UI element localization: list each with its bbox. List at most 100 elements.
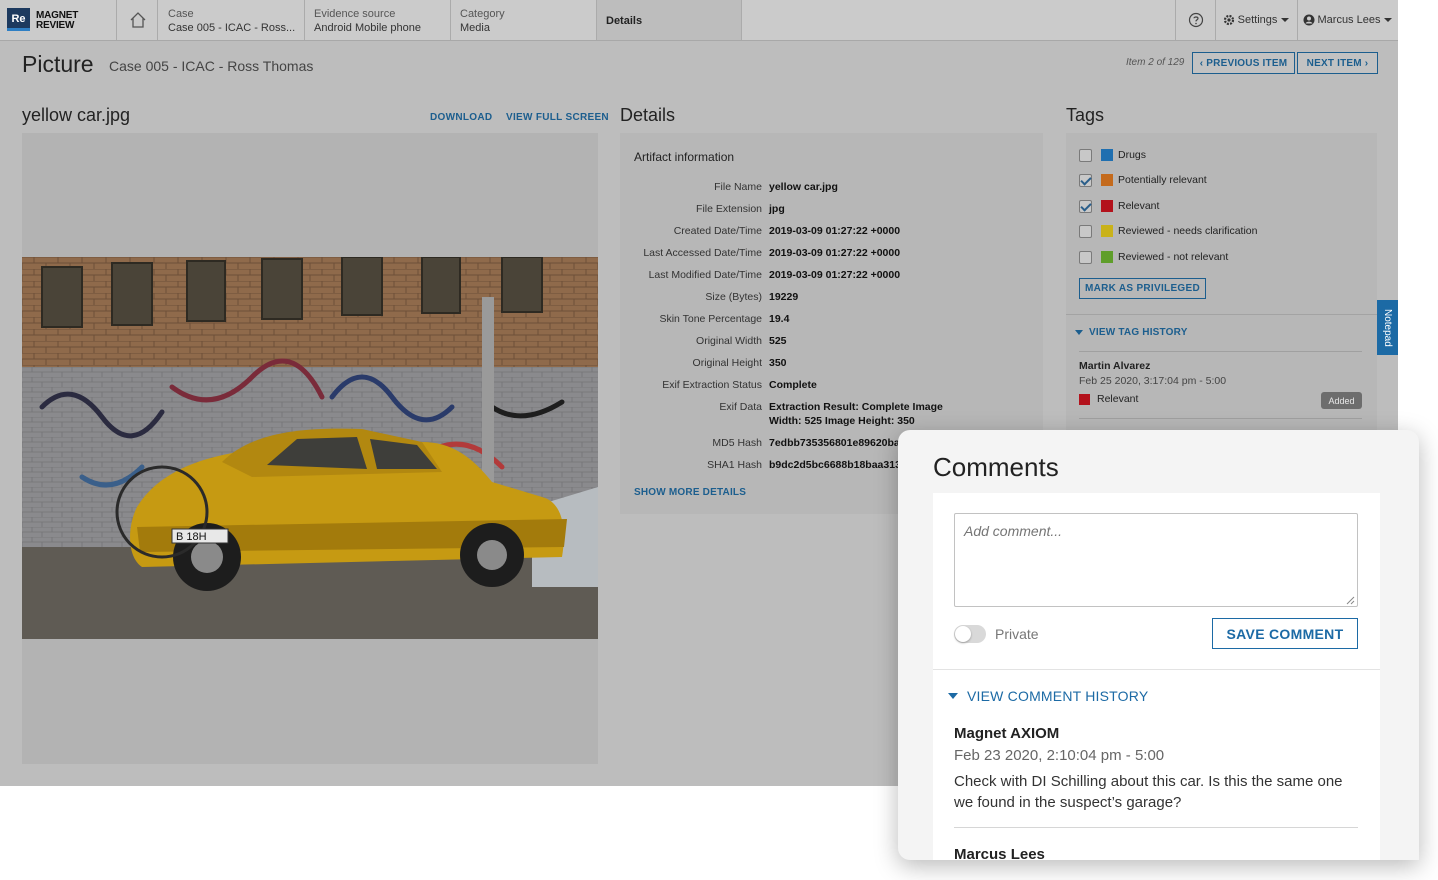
breadcrumb-value: Case 005 - ICAC - Ross...: [168, 22, 296, 34]
detail-label: MD5 Hash: [712, 437, 762, 449]
detail-value: 7edbb735356801e89620ba: [769, 437, 900, 449]
show-more-details-button[interactable]: SHOW MORE DETAILS: [634, 487, 746, 498]
detail-label: File Extension: [696, 203, 762, 215]
previous-item-label: PREVIOUS ITEM: [1206, 57, 1288, 69]
detail-value: 19.4: [769, 313, 790, 325]
detail-label: Last Accessed Date/Time: [643, 247, 762, 259]
detail-value: 2019-03-09 01:27:22 +0000: [769, 225, 901, 237]
detail-label: Last Modified Date/Time: [648, 269, 762, 281]
divider: [933, 669, 1380, 670]
tag-checkbox[interactable]: [1079, 224, 1092, 238]
breadcrumb-evidence-source[interactable]: Evidence source Android Mobile phone: [305, 0, 451, 40]
divider: [1079, 351, 1362, 352]
divider: [1066, 314, 1377, 315]
home-button[interactable]: [118, 0, 158, 40]
tag-action-badge: Added: [1321, 392, 1362, 409]
tag-label: Potentially relevant: [1118, 174, 1207, 186]
comment-text: Check with DI Schilling about this car. …: [954, 773, 1343, 811]
home-icon: [130, 12, 146, 28]
logo-mark: Re: [7, 8, 30, 31]
gear-icon: [1223, 14, 1234, 26]
detail-label: Original Width: [696, 335, 762, 347]
detail-value: b9dc2d5bc6688b18baa313: [769, 459, 901, 471]
detail-label: Size (Bytes): [705, 291, 762, 303]
settings-menu[interactable]: Settings: [1215, 0, 1297, 40]
yellow-car-photo: B 18H: [22, 257, 598, 639]
caret-down-icon: [1384, 18, 1393, 22]
private-label: Private: [995, 626, 1039, 642]
details-section-title: Details: [620, 105, 676, 125]
tag-option-potentially-relevant[interactable]: Potentially relevant: [1079, 173, 1207, 187]
tag-history-tag-label: Relevant: [1097, 393, 1139, 405]
detail-label: SHA1 Hash: [707, 459, 762, 471]
tag-color-swatch: [1101, 225, 1113, 237]
view-comment-history-label: VIEW COMMENT HISTORY: [967, 688, 1149, 704]
detail-label: Original Height: [692, 357, 762, 369]
view-full-screen-button[interactable]: VIEW FULL SCREEN: [506, 112, 609, 123]
tag-option-relevant[interactable]: Relevant: [1079, 199, 1159, 213]
download-button[interactable]: DOWNLOAD: [430, 112, 492, 123]
comment-author: Magnet AXIOM: [954, 725, 1060, 742]
breadcrumb-value: Details: [606, 15, 643, 27]
view-tag-history-toggle[interactable]: VIEW TAG HISTORY: [1075, 327, 1188, 338]
breadcrumb-case[interactable]: Case Case 005 - ICAC - Ross...: [159, 0, 305, 40]
tag-color-swatch: [1079, 393, 1090, 405]
breadcrumb-key: Evidence source: [314, 8, 396, 20]
breadcrumb-value: Android Mobile phone: [314, 22, 422, 34]
tag-color-swatch: [1101, 251, 1113, 263]
next-item-button[interactable]: NEXT ITEM ›: [1297, 52, 1378, 74]
tag-checkbox[interactable]: [1079, 148, 1092, 162]
detail-label: Exif Data: [719, 401, 762, 413]
tag-checkbox[interactable]: [1079, 173, 1092, 187]
mark-as-privileged-button[interactable]: MARK AS PRIVILEGED: [1079, 278, 1206, 299]
triangle-down-icon: [948, 693, 958, 699]
help-icon: [1188, 12, 1203, 28]
tag-label: Reviewed - not relevant: [1118, 251, 1229, 263]
breadcrumb-details[interactable]: Details: [597, 0, 742, 40]
private-toggle[interactable]: [954, 625, 986, 643]
view-tag-history-label: VIEW TAG HISTORY: [1089, 327, 1188, 338]
tag-option-drugs[interactable]: Drugs: [1079, 148, 1146, 162]
previous-item-button[interactable]: ‹ PREVIOUS ITEM: [1192, 52, 1295, 74]
notepad-tab[interactable]: Notepad: [1377, 300, 1398, 355]
detail-label: File Name: [714, 181, 762, 193]
save-comment-button[interactable]: SAVE COMMENT: [1212, 618, 1358, 649]
comments-title: Comments: [933, 452, 1059, 482]
tag-option-not-relevant[interactable]: Reviewed - not relevant: [1079, 250, 1228, 264]
detail-value: 2019-03-09 01:27:22 +0000: [769, 269, 901, 281]
page-title: Picture: [22, 51, 94, 77]
triangle-down-icon: [1075, 330, 1083, 335]
detail-value: 525: [769, 335, 787, 347]
resize-handle-icon: [1346, 596, 1355, 605]
settings-label: Settings: [1237, 14, 1278, 26]
tag-checkbox[interactable]: [1079, 199, 1092, 213]
add-comment-input[interactable]: [954, 513, 1358, 607]
tags-card: Drugs Potentially relevant Relevant Revi…: [1066, 133, 1377, 433]
comments-body: Private SAVE COMMENT VIEW COMMENT HISTOR…: [933, 493, 1380, 860]
breadcrumb-key: Category: [460, 8, 505, 20]
chevron-right-icon: ›: [1364, 57, 1369, 69]
detail-value: jpg: [769, 203, 785, 215]
item-counter: Item 2 of 129: [1126, 57, 1185, 68]
detail-value: yellow car.jpg: [769, 181, 838, 193]
tag-label: Reviewed - needs clarification: [1118, 225, 1258, 237]
help-button[interactable]: [1175, 0, 1215, 40]
tag-checkbox[interactable]: [1079, 250, 1092, 264]
comment-date: Feb 23 2020, 2:10:04 pm - 5:00: [954, 747, 1165, 764]
tag-option-needs-clarification[interactable]: Reviewed - needs clarification: [1079, 224, 1257, 238]
app-logo[interactable]: Re MAGNET REVIEW: [0, 0, 117, 40]
detail-label: Created Date/Time: [673, 225, 762, 237]
detail-value: 350: [769, 357, 787, 369]
top-nav-bar: Re MAGNET REVIEW Case Case 005 - ICAC - …: [0, 0, 1398, 41]
image-viewer: B 18H: [22, 133, 598, 764]
user-menu[interactable]: Marcus Lees: [1297, 0, 1398, 40]
photo-preview[interactable]: B 18H: [22, 257, 598, 639]
breadcrumb-category[interactable]: Category Media: [451, 0, 597, 40]
detail-value: Extraction Result: Complete Image: [769, 401, 943, 413]
svg-text:B 18H: B 18H: [176, 531, 207, 543]
detail-label: Exif Extraction Status: [662, 379, 762, 391]
tag-history-tag: Relevant: [1079, 393, 1138, 405]
tag-color-swatch: [1101, 149, 1113, 161]
view-comment-history-toggle[interactable]: VIEW COMMENT HISTORY: [948, 688, 1148, 704]
detail-value: Complete: [769, 379, 817, 391]
